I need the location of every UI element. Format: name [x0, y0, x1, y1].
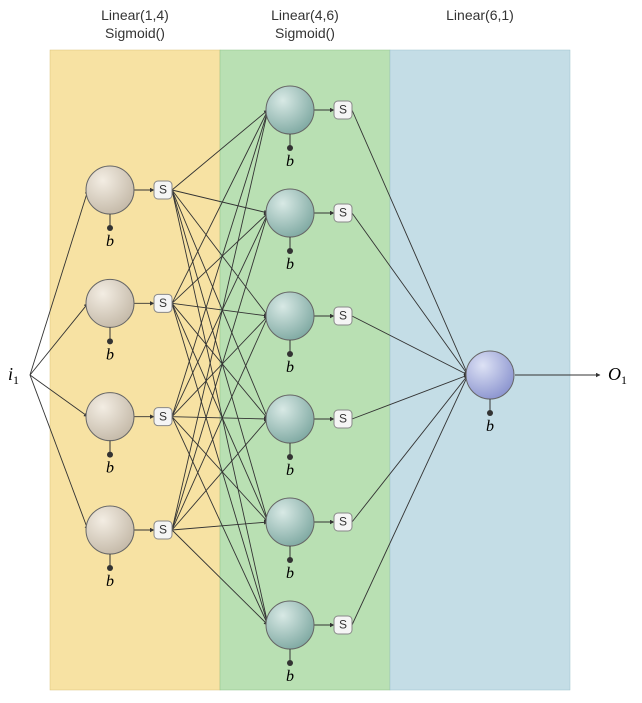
bias-label: b — [286, 462, 294, 479]
activation-label: S — [339, 103, 347, 117]
bias-label: b — [286, 359, 294, 376]
layer1-activation-1: S — [154, 294, 172, 312]
activation-label: S — [159, 183, 167, 197]
bias-label: b — [286, 153, 294, 170]
bias-dot — [287, 351, 293, 357]
bias-dot — [107, 452, 113, 458]
layer1-activation-2: S — [154, 408, 172, 426]
activation-label: S — [339, 618, 347, 632]
bias-label: b — [286, 668, 294, 685]
layer1-activation-0: S — [154, 181, 172, 199]
bias-dot — [107, 565, 113, 571]
bias-dot — [287, 557, 293, 563]
bias-label: b — [286, 256, 294, 273]
nn-diagram: Linear(1,4) Sigmoid() Linear(4,6) Sigmoi… — [0, 0, 642, 703]
activation-label: S — [159, 409, 167, 423]
bias-label: b — [106, 573, 114, 590]
bias-dot — [107, 338, 113, 344]
bias-dot — [287, 248, 293, 254]
bias-dot — [487, 410, 493, 416]
bias-label: b — [486, 418, 494, 435]
svg-text:O1: O1 — [608, 364, 627, 387]
bias-dot — [107, 225, 113, 231]
bias-dot — [287, 145, 293, 151]
layer2-activation-5: S — [334, 616, 352, 634]
layer2-activation-1: S — [334, 204, 352, 222]
bias-label: b — [106, 233, 114, 250]
layer2-activation-3: S — [334, 410, 352, 428]
bias-dot — [287, 660, 293, 666]
layer2-activation-4: S — [334, 513, 352, 531]
layer2-title-line1: Linear(4,6) — [271, 7, 339, 23]
bias-dot — [287, 454, 293, 460]
layer2-title-line2: Sigmoid() — [275, 25, 335, 41]
output-label: O1 — [608, 364, 627, 387]
activation-label: S — [339, 412, 347, 426]
layer3-title-line1: Linear(6,1) — [446, 7, 514, 23]
layer2-bg — [220, 50, 390, 690]
activation-label: S — [339, 515, 347, 529]
layer2-activation-2: S — [334, 307, 352, 325]
layer2-activation-0: S — [334, 101, 352, 119]
activation-label: S — [339, 206, 347, 220]
svg-text:i1: i1 — [8, 364, 19, 387]
layer1-title-line1: Linear(1,4) — [101, 7, 169, 23]
bias-label: b — [286, 565, 294, 582]
layer1-bg — [50, 50, 220, 690]
bias-label: b — [106, 346, 114, 363]
activation-label: S — [339, 309, 347, 323]
layer1-activation-3: S — [154, 521, 172, 539]
activation-label: S — [159, 523, 167, 537]
bias-label: b — [106, 460, 114, 477]
layer1-title-line2: Sigmoid() — [105, 25, 165, 41]
input-label: i1 — [8, 364, 19, 387]
activation-label: S — [159, 296, 167, 310]
